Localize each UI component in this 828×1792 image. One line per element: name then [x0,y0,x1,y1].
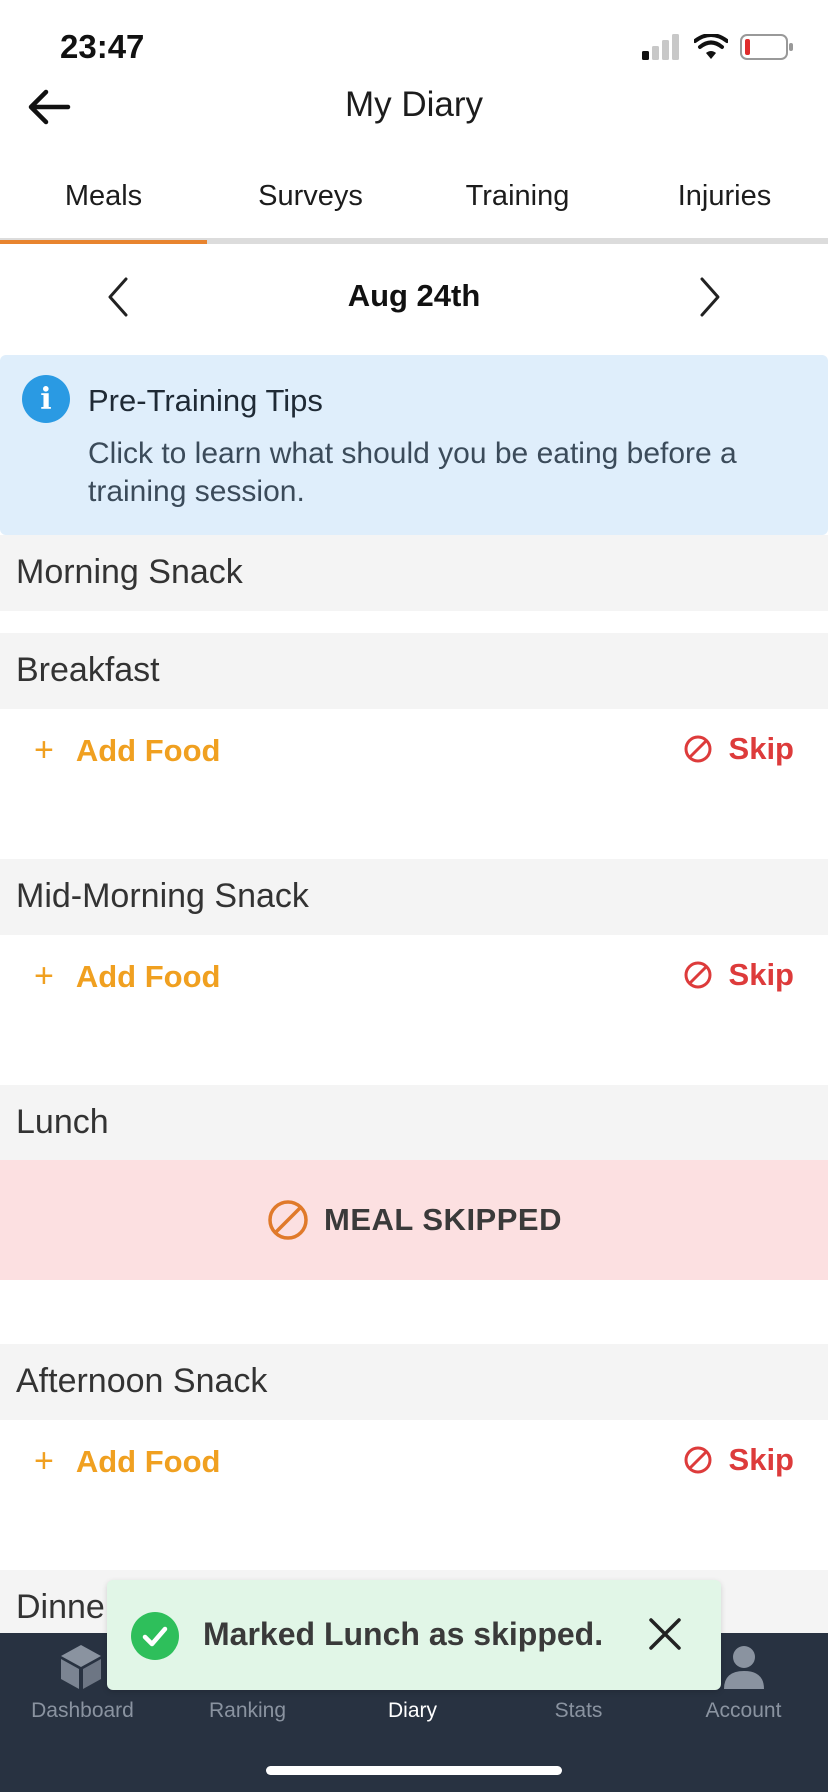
add-food-label: Add Food [75,1443,221,1479]
nav-label: Dashboard [31,1699,134,1722]
skip-label: Skip [728,957,794,992]
ban-icon [268,1200,308,1240]
meal-skipped-label: MEAL SKIPPED [324,1202,562,1237]
meal-skipped-banner[interactable]: MEAL SKIPPED [0,1160,828,1280]
ban-icon [684,1446,712,1474]
skip-label: Skip [728,1442,794,1477]
add-food-button[interactable]: + Add Food [34,1442,220,1481]
plus-icon: + [34,731,54,769]
add-food-label: Add Food [75,958,221,994]
meal-title: Dinne [16,1588,105,1626]
tab-meals[interactable]: Meals [0,180,207,244]
skip-label: Skip [728,731,794,766]
page-title: My Diary [344,85,484,124]
toast-notification: Marked Lunch as skipped. [107,1580,721,1690]
status-time: 23:47 [60,28,145,65]
nav-label: Ranking [208,1699,287,1722]
skip-button[interactable]: Skip [683,1442,794,1478]
tab-training[interactable]: Training [414,180,621,238]
chevron-right-icon[interactable] [690,275,730,319]
close-icon[interactable] [645,1614,685,1654]
meal-title: Afternoon Snack [16,1362,268,1400]
ban-icon [684,735,712,763]
meal-header-morning-snack: Morning Snack [0,535,828,611]
meal-header-afternoon-snack: Afternoon Snack [0,1344,828,1420]
meal-header-mid-morning-snack: Mid-Morning Snack [0,859,828,935]
meal-header-lunch: Lunch [0,1085,828,1161]
signal-icon [642,34,679,60]
meal-title: Breakfast [16,651,160,689]
plus-icon: + [34,1442,54,1480]
nav-label: Stats [554,1699,603,1722]
battery-icon [740,34,793,60]
pre-training-tips-banner[interactable]: i Pre-Training Tips Click to learn what … [0,355,828,535]
tab-surveys[interactable]: Surveys [207,180,414,238]
plus-icon: + [34,957,54,995]
toast-message: Marked Lunch as skipped. [203,1616,604,1652]
tab-injuries[interactable]: Injuries [621,180,828,238]
skip-button[interactable]: Skip [683,957,794,993]
meal-title: Morning Snack [16,553,243,591]
skip-button[interactable]: Skip [683,731,794,767]
meal-title: Lunch [16,1103,109,1141]
meal-actions-breakfast: + Add Food Skip [0,709,828,795]
meal-header-breakfast: Breakfast [0,633,828,709]
tip-body: Click to learn what should you be eating… [88,437,737,508]
check-circle-icon [131,1612,179,1660]
tab-bar: Meals Surveys Training Injuries [0,180,828,244]
meal-title: Mid-Morning Snack [16,877,309,915]
cube-icon [61,1645,101,1689]
status-icons [642,34,794,60]
add-food-label: Add Food [75,732,221,768]
tip-title: Pre-Training Tips [88,383,323,418]
info-icon: i [22,375,70,423]
wifi-icon [694,34,728,59]
meal-actions-afternoon-snack: + Add Food Skip [0,1420,828,1506]
person-icon [724,1646,764,1689]
nav-label: Diary [387,1699,437,1722]
add-food-button[interactable]: + Add Food [34,731,220,770]
ban-icon [684,961,712,989]
home-indicator[interactable] [266,1766,562,1775]
nav-label: Account [705,1699,782,1722]
add-food-button[interactable]: + Add Food [34,957,220,996]
meal-actions-mid-morning-snack: + Add Food Skip [0,935,828,1021]
